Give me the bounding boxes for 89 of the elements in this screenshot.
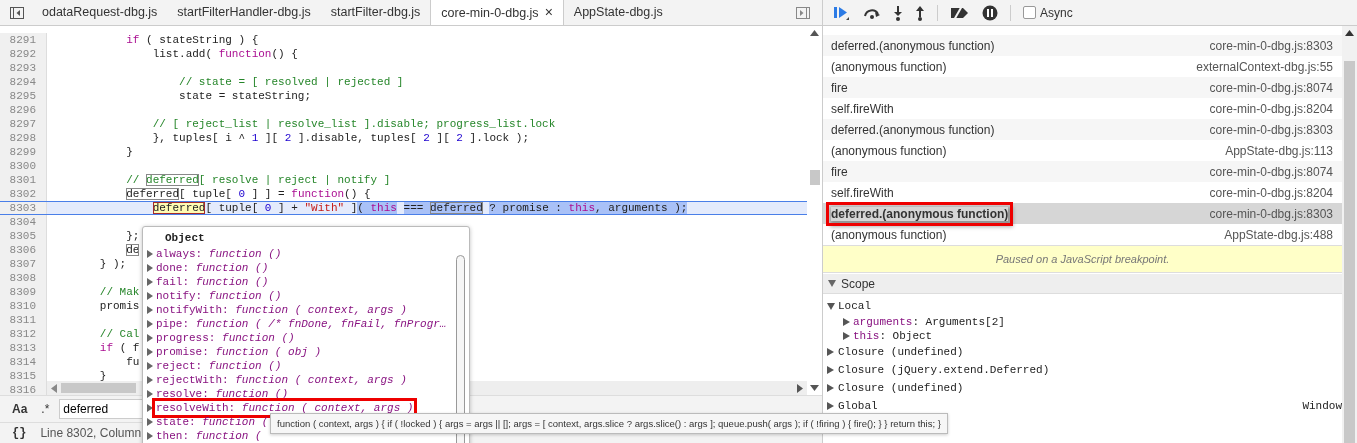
line-number: 8297 bbox=[0, 117, 47, 131]
line-number: 8308 bbox=[0, 271, 47, 285]
code-line: fu bbox=[125, 355, 140, 369]
code-line: // Mak bbox=[98, 285, 140, 299]
line-number: 8311 bbox=[0, 313, 47, 327]
code-line: de bbox=[125, 243, 140, 257]
line-number: 8295 bbox=[0, 89, 47, 103]
regex-toggle[interactable]: .* bbox=[41, 402, 50, 416]
call-stack-frame[interactable]: (anonymous function) AppState-dbg.js:488 bbox=[823, 224, 1342, 245]
call-stack-frame[interactable]: (anonymous function) externalContext-dbg.js:55 bbox=[823, 56, 1342, 77]
call-stack-frame[interactable]: self.fireWith core-min-0-dbg.js:8204 bbox=[823, 98, 1342, 119]
line-number: 8306 bbox=[0, 243, 47, 257]
code-line: state = stateString; bbox=[178, 89, 312, 103]
code-line: } bbox=[125, 145, 133, 159]
object-property[interactable]: fail: function () bbox=[156, 276, 269, 288]
scope-entry[interactable]: Closure (undefined) bbox=[838, 346, 964, 358]
scope-property[interactable]: arguments: Arguments[2] bbox=[853, 316, 1005, 328]
object-property[interactable]: always: function () bbox=[156, 248, 282, 260]
cursor-position: Line 8302, Column bbox=[40, 426, 142, 440]
line-number: 8291 bbox=[0, 33, 47, 47]
code-line: }, tuples[ i ^ 1 ][ 2 ].disable, tuples[ 2 ][ 2 ].lock ); bbox=[151, 131, 529, 145]
file-tab[interactable]: AppState-dbg.js bbox=[563, 0, 673, 25]
code-line: // deferred[ resolve | reject | notify ] bbox=[125, 173, 391, 187]
object-property[interactable]: rejectWith: function ( context, args ) bbox=[156, 374, 407, 386]
line-number: 8304 bbox=[0, 215, 47, 229]
call-stack-frame[interactable]: deferred.(anonymous function) core-min-0-dbg.js:8303 bbox=[823, 203, 1342, 224]
line-number: 8294 bbox=[0, 75, 47, 89]
code-line: deferred[ tuple[ 0 ] + "With" ]( this === deferred ? promise : this, arguments ); bbox=[151, 202, 688, 214]
match-case-toggle[interactable]: Aa bbox=[12, 402, 28, 416]
code-line: } bbox=[98, 369, 107, 383]
call-stack-frame[interactable]: deferred.(anonymous function) core-min-0-dbg.js:8303 bbox=[823, 119, 1342, 140]
object-property[interactable]: notify: function () bbox=[156, 290, 282, 302]
scope-entry[interactable]: Global bbox=[838, 400, 878, 412]
object-property[interactable]: pipe: function ( /* fnDone, fnFail, fnProgr… bbox=[156, 318, 447, 330]
line-number: 8300 bbox=[0, 159, 47, 173]
object-property[interactable]: reject: function () bbox=[156, 360, 282, 372]
scope-entry[interactable]: Closure (jQuery.extend.Deferred) bbox=[838, 364, 1050, 376]
scope-property[interactable]: this: Object bbox=[853, 330, 933, 342]
async-label: Async bbox=[1040, 5, 1073, 20]
line-number: 8302 bbox=[0, 187, 47, 201]
pretty-print-button[interactable]: {} bbox=[12, 426, 27, 440]
code-line: }; bbox=[125, 229, 140, 243]
object-property[interactable]: notifyWith: function ( context, args ) bbox=[156, 304, 407, 316]
object-property[interactable]: done: function () bbox=[156, 262, 269, 274]
code-line: // [ reject_list | resolve_list ].disable; progress_list.lock bbox=[151, 117, 556, 131]
paused-banner: Paused on a JavaScript breakpoint. bbox=[823, 245, 1342, 273]
code-line: list.add( function() { bbox=[151, 47, 298, 61]
scope-header[interactable]: Scope bbox=[823, 274, 1342, 294]
object-property[interactable]: state: function ( bbox=[156, 416, 269, 428]
file-tab[interactable]: odataRequest-dbg.js bbox=[32, 0, 168, 25]
line-number: 8301 bbox=[0, 173, 47, 187]
object-property[interactable]: progress: function () bbox=[156, 332, 295, 344]
file-tab[interactable]: core-min-0-dbg.js × bbox=[430, 0, 564, 25]
line-number: 8314 bbox=[0, 355, 47, 369]
call-stack-frame[interactable]: fire core-min-0-dbg.js:8074 bbox=[823, 77, 1342, 98]
call-stack-frame[interactable]: self.fireWith core-min-0-dbg.js:8204 bbox=[823, 182, 1342, 203]
line-number: 8296 bbox=[0, 103, 47, 117]
line-number: 8299 bbox=[0, 145, 47, 159]
function-tooltip: function ( context, args ) { if ( !locked ) { args = args || []; args = [ context, args.slice ? args.slice() : args ]; queue.push( args ); if ( !firing ) { fire(); } } return this; } bbox=[270, 413, 948, 434]
code-line: if ( stateString ) { bbox=[125, 33, 259, 47]
code-line: promis bbox=[98, 299, 140, 313]
code-line: if ( f bbox=[98, 341, 140, 355]
object-property[interactable]: promise: function ( obj ) bbox=[156, 346, 322, 358]
call-stack-frame[interactable]: (anonymous function) AppState-dbg.js:113 bbox=[823, 140, 1342, 161]
code-line: deferred[ tuple[ 0 ] ] = function() { bbox=[125, 187, 371, 201]
call-stack-frame[interactable]: fire core-min-0-dbg.js:8074 bbox=[823, 161, 1342, 182]
line-number: 8305 bbox=[0, 229, 47, 243]
object-property[interactable]: then: function ( bbox=[156, 430, 262, 442]
code-line: } ); bbox=[98, 257, 127, 271]
scope-value: Window bbox=[1302, 400, 1342, 412]
line-number: 8298 bbox=[0, 131, 47, 145]
line-number: 8303 bbox=[0, 202, 47, 214]
scope-entry[interactable]: Local bbox=[838, 300, 871, 312]
line-number: 8292 bbox=[0, 47, 47, 61]
line-number: 8315 bbox=[0, 369, 47, 383]
line-number: 8316 bbox=[0, 383, 47, 395]
line-number: 8309 bbox=[0, 285, 47, 299]
line-number: 8293 bbox=[0, 61, 47, 75]
call-stack-frame[interactable]: deferred.(anonymous function) core-min-0-dbg.js:8303 bbox=[823, 35, 1342, 56]
line-number: 8310 bbox=[0, 299, 47, 313]
code-line: // state = [ resolved | rejected ] bbox=[178, 75, 404, 89]
code-line: // Cal bbox=[98, 327, 140, 341]
line-number: 8307 bbox=[0, 257, 47, 271]
line-number: 8312 bbox=[0, 327, 47, 341]
popover-title: Object bbox=[164, 231, 206, 246]
file-tab[interactable]: startFilter-dbg.js bbox=[320, 0, 431, 25]
line-number: 8313 bbox=[0, 341, 47, 355]
file-tab[interactable]: startFilterHandler-dbg.js bbox=[167, 0, 321, 25]
scope-entry[interactable]: Closure (undefined) bbox=[838, 382, 964, 394]
